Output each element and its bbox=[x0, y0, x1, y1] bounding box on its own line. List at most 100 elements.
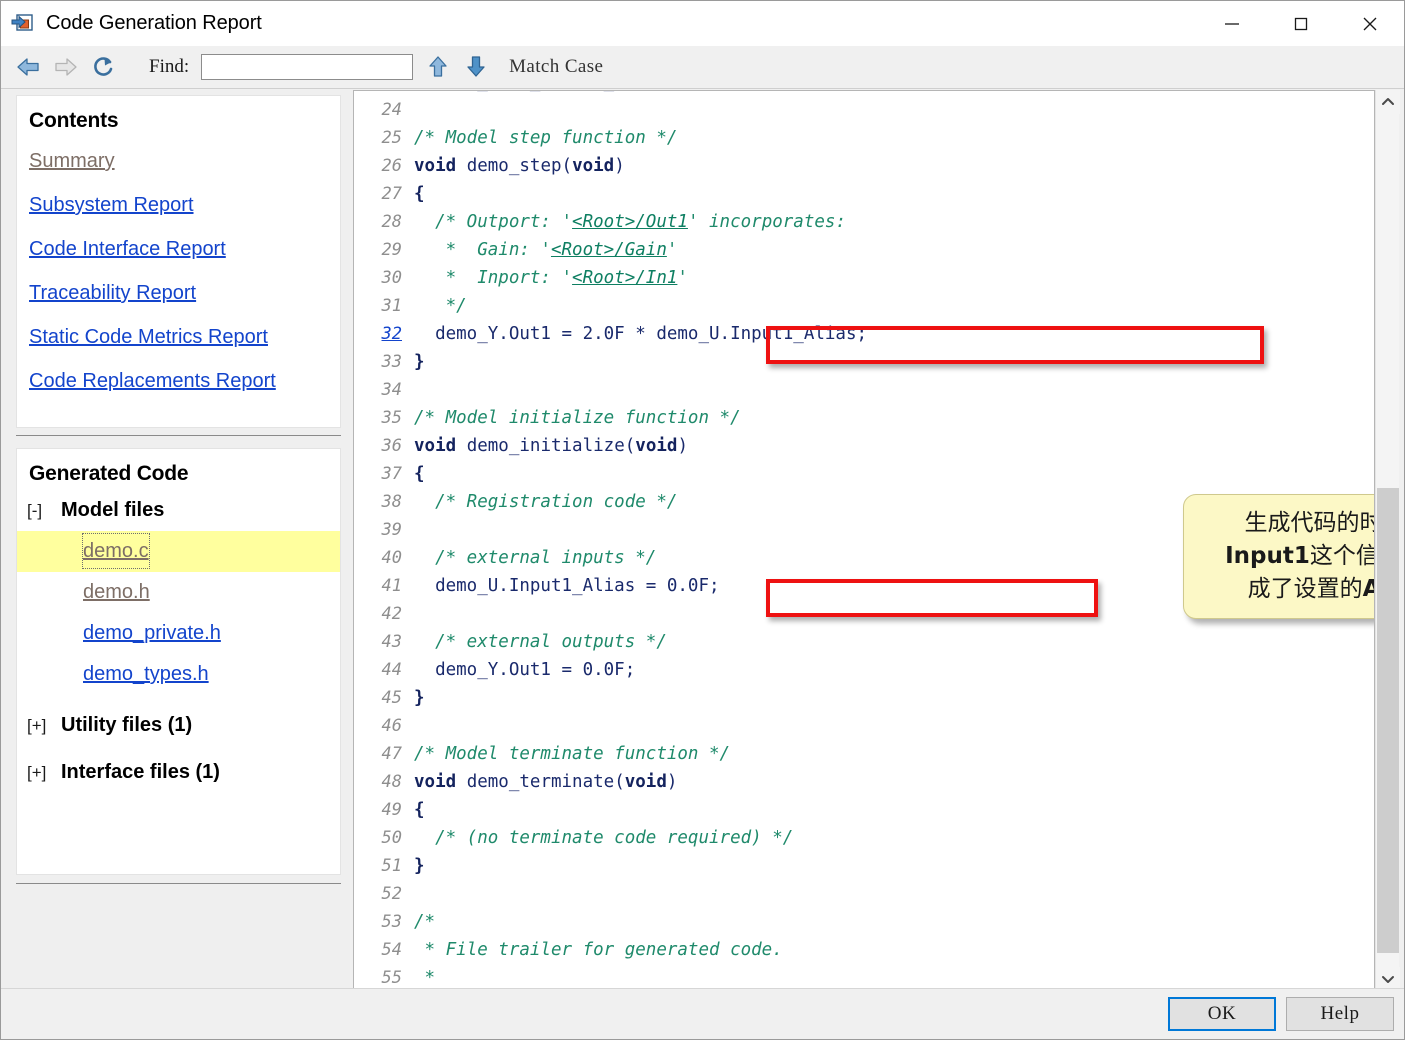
code-line: 37 { bbox=[354, 460, 1374, 488]
ok-button[interactable]: OK bbox=[1168, 997, 1276, 1031]
scroll-up-button[interactable] bbox=[1376, 90, 1400, 114]
block-link[interactable]: <Root>/Gain bbox=[551, 240, 667, 260]
list-item: Code Replacements Report bbox=[29, 359, 340, 403]
line-number: 38 bbox=[381, 492, 402, 512]
help-button[interactable]: Help bbox=[1286, 997, 1394, 1031]
tree-node-model-files[interactable]: [-] Model files bbox=[17, 490, 340, 531]
tree-node-interface-files[interactable]: [+] Interface files (1) bbox=[17, 752, 340, 793]
maximize-button[interactable] bbox=[1266, 1, 1335, 46]
find-label: Find: bbox=[149, 56, 190, 77]
block-link[interactable]: <Root>/Out1 bbox=[572, 212, 688, 232]
minimize-button[interactable] bbox=[1197, 1, 1266, 46]
code-text: demo_Y.Out1 = 0.0F; bbox=[414, 656, 635, 684]
match-case-label[interactable]: Match Case bbox=[509, 56, 603, 78]
code-line: 34 bbox=[354, 376, 1374, 404]
code-text: } bbox=[414, 348, 425, 376]
tree-file-demo-private-h[interactable]: demo_private.h bbox=[17, 613, 340, 654]
tree-file-label[interactable]: demo.h bbox=[83, 581, 150, 603]
code-token: /* Registration code */ bbox=[414, 492, 678, 512]
sidebar-item-code-replacements-report[interactable]: Code Replacements Report bbox=[29, 370, 276, 392]
code-text: * File trailer for generated code. bbox=[414, 936, 783, 964]
code-line: 47 /* Model terminate function */ bbox=[354, 740, 1374, 768]
vertical-scrollbar[interactable] bbox=[1375, 90, 1400, 991]
search-input[interactable] bbox=[201, 54, 414, 80]
code-line: 53 /* bbox=[354, 908, 1374, 936]
code-token: demo_Y.Out1 = 0.0F; bbox=[414, 660, 636, 680]
line-number: 39 bbox=[381, 520, 402, 540]
code-token: } bbox=[414, 688, 425, 708]
code-token: ' bbox=[677, 268, 688, 288]
line-number: 51 bbox=[381, 856, 402, 876]
generated-code-panel: Generated Code [-] Model files demo.c de… bbox=[16, 448, 341, 875]
line-number: 31 bbox=[381, 296, 402, 316]
tree-file-demo-c[interactable]: demo.c bbox=[17, 531, 340, 572]
tree-file-demo-h[interactable]: demo.h bbox=[17, 572, 340, 613]
sidebar-item-traceability-report[interactable]: Traceability Report bbox=[29, 282, 196, 304]
code-line: 36 void demo_initialize(void) bbox=[354, 432, 1374, 460]
code-token: /* Outport: ' bbox=[414, 212, 573, 232]
sidebar-item-summary[interactable]: Summary bbox=[29, 150, 115, 172]
tree-file-label[interactable]: demo_private.h bbox=[83, 622, 221, 644]
line-number: 49 bbox=[381, 800, 402, 820]
code-line: 52 bbox=[354, 880, 1374, 908]
close-button[interactable] bbox=[1335, 1, 1404, 46]
generated-code-heading: Generated Code bbox=[29, 462, 189, 485]
code-token: ' incorporates: bbox=[687, 212, 846, 232]
code-line: 25 /* Model step function */ bbox=[354, 124, 1374, 152]
find-previous-icon[interactable] bbox=[425, 54, 451, 80]
line-number: 25 bbox=[381, 128, 402, 148]
expand-toggle-icon[interactable]: [+] bbox=[27, 705, 61, 746]
sidebar: Contents Summary Subsystem Report Code I… bbox=[1, 90, 350, 989]
refresh-icon[interactable] bbox=[89, 54, 119, 80]
line-number: 28 bbox=[381, 212, 402, 232]
code-token: void bbox=[635, 436, 678, 456]
collapse-toggle-icon[interactable]: [-] bbox=[27, 490, 61, 531]
code-token: ExtY_demo_T demo_Y; bbox=[414, 91, 635, 92]
code-token: { bbox=[414, 800, 425, 820]
tree-node-label: Interface files (1) bbox=[61, 761, 220, 783]
line-number: 26 bbox=[381, 156, 402, 176]
main-content: Contents Summary Subsystem Report Code I… bbox=[1, 90, 1404, 991]
tree-file-label[interactable]: demo.c bbox=[83, 540, 149, 562]
code-token: /* external inputs */ bbox=[414, 548, 657, 568]
tree-file-demo-types-h[interactable]: demo_types.h bbox=[17, 654, 340, 695]
block-link[interactable]: <Root>/In1 bbox=[572, 268, 677, 288]
code-token: * bbox=[414, 968, 436, 988]
sidebar-item-static-code-metrics-report[interactable]: Static Code Metrics Report bbox=[29, 326, 268, 348]
scrollbar-thumb[interactable] bbox=[1377, 488, 1399, 953]
code-token: demo_step( bbox=[456, 156, 573, 176]
line-number[interactable]: 32 bbox=[354, 320, 414, 348]
code-line: 26 void demo_step(void) bbox=[354, 152, 1374, 180]
list-item: Static Code Metrics Report bbox=[29, 315, 340, 359]
back-arrow-icon[interactable] bbox=[13, 54, 43, 80]
sidebar-item-subsystem-report[interactable]: Subsystem Report bbox=[29, 194, 194, 216]
code-token: ) bbox=[614, 156, 625, 176]
toolbar: Find: Match Case bbox=[1, 46, 1404, 89]
annotation-line3-bold: Alias bbox=[1363, 576, 1374, 602]
tree-node-utility-files[interactable]: [+] Utility files (1) bbox=[17, 705, 340, 746]
code-token: /* external outputs */ bbox=[414, 632, 667, 652]
tree-node-label: Model files bbox=[61, 499, 165, 521]
code-token: void bbox=[414, 436, 457, 456]
code-token: /* bbox=[414, 912, 436, 932]
line-number: 48 bbox=[381, 772, 402, 792]
tree-file-label[interactable]: demo_types.h bbox=[83, 663, 209, 685]
find-next-icon[interactable] bbox=[463, 54, 489, 80]
code-line: 29 * Gain: '<Root>/Gain' bbox=[354, 236, 1374, 264]
code-token: /* Model step function */ bbox=[414, 128, 678, 148]
line-number: 44 bbox=[381, 660, 402, 680]
sidebar-divider-bottom bbox=[16, 883, 341, 884]
line-number: 33 bbox=[381, 352, 402, 372]
line-number: 52 bbox=[381, 884, 402, 904]
sidebar-item-code-interface-report[interactable]: Code Interface Report bbox=[29, 238, 226, 260]
code-text: { bbox=[414, 460, 425, 488]
code-token: * File trailer for generated code. bbox=[414, 940, 783, 960]
code-text: */ bbox=[414, 292, 467, 320]
code-token: } bbox=[414, 856, 425, 876]
code-viewer[interactable]: 23 ExtY_demo_T demo_Y;2425/* Model step … bbox=[353, 90, 1375, 991]
code-line: 24 bbox=[354, 96, 1374, 124]
code-text: /* Outport: '<Root>/Out1' incorporates: bbox=[414, 208, 846, 236]
expand-toggle-icon[interactable]: [+] bbox=[27, 752, 61, 793]
line-number: 43 bbox=[381, 632, 402, 652]
code-token: demo_Y.Out1 = 2.0F * demo_U.Input1_Alias… bbox=[414, 324, 868, 344]
